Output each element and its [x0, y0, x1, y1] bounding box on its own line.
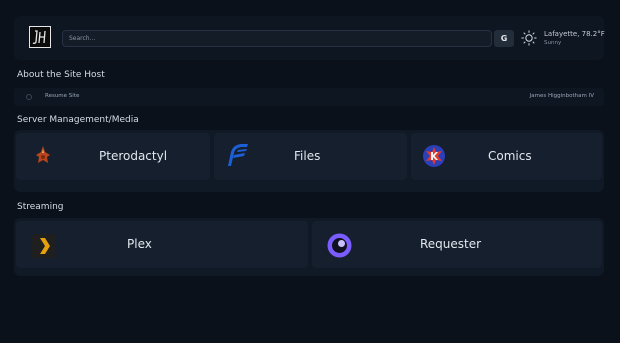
server-section-title: Server Management/Media [17, 115, 139, 125]
files-icon [228, 144, 248, 166]
tile-plex[interactable]: Plex [16, 221, 308, 268]
sun-icon [521, 30, 537, 46]
tile-requester[interactable]: Requester [312, 221, 602, 268]
site-logo[interactable] [29, 26, 51, 48]
streaming-group: Plex Requester [14, 218, 604, 276]
weather-condition: Sunny [544, 40, 562, 46]
requester-icon [327, 233, 352, 258]
host-name-link[interactable]: James Higginbotham IV [530, 93, 594, 99]
tile-label: Plex [127, 237, 152, 251]
resume-icon [26, 94, 32, 100]
comics-icon [423, 145, 445, 167]
streaming-section-title: Streaming [17, 202, 64, 212]
about-section-title: About the Site Host [17, 70, 105, 80]
server-group: Pterodactyl Files Comics [14, 130, 604, 192]
pterodactyl-icon [36, 146, 50, 163]
header-bar: Search... G Lafayette, 78.2°F Sunny [14, 16, 605, 60]
tile-comics[interactable]: Comics [411, 133, 602, 180]
tile-label: Pterodactyl [99, 149, 168, 163]
tile-label: Comics [488, 149, 532, 163]
plex-icon [32, 234, 56, 258]
resume-site-link[interactable]: Resume Site [45, 93, 79, 99]
tile-label: Files [294, 149, 321, 163]
search-input[interactable]: Search... [62, 30, 492, 47]
tile-label: Requester [420, 237, 482, 251]
logo-monogram-icon [32, 30, 46, 44]
weather-location: Lafayette, 78.2°F [544, 30, 605, 38]
tile-pterodactyl[interactable]: Pterodactyl [16, 133, 210, 180]
tile-files[interactable]: Files [214, 133, 407, 180]
about-host-bar: Resume Site James Higginbotham IV [14, 88, 604, 106]
search-engine-button[interactable]: G [494, 30, 514, 47]
